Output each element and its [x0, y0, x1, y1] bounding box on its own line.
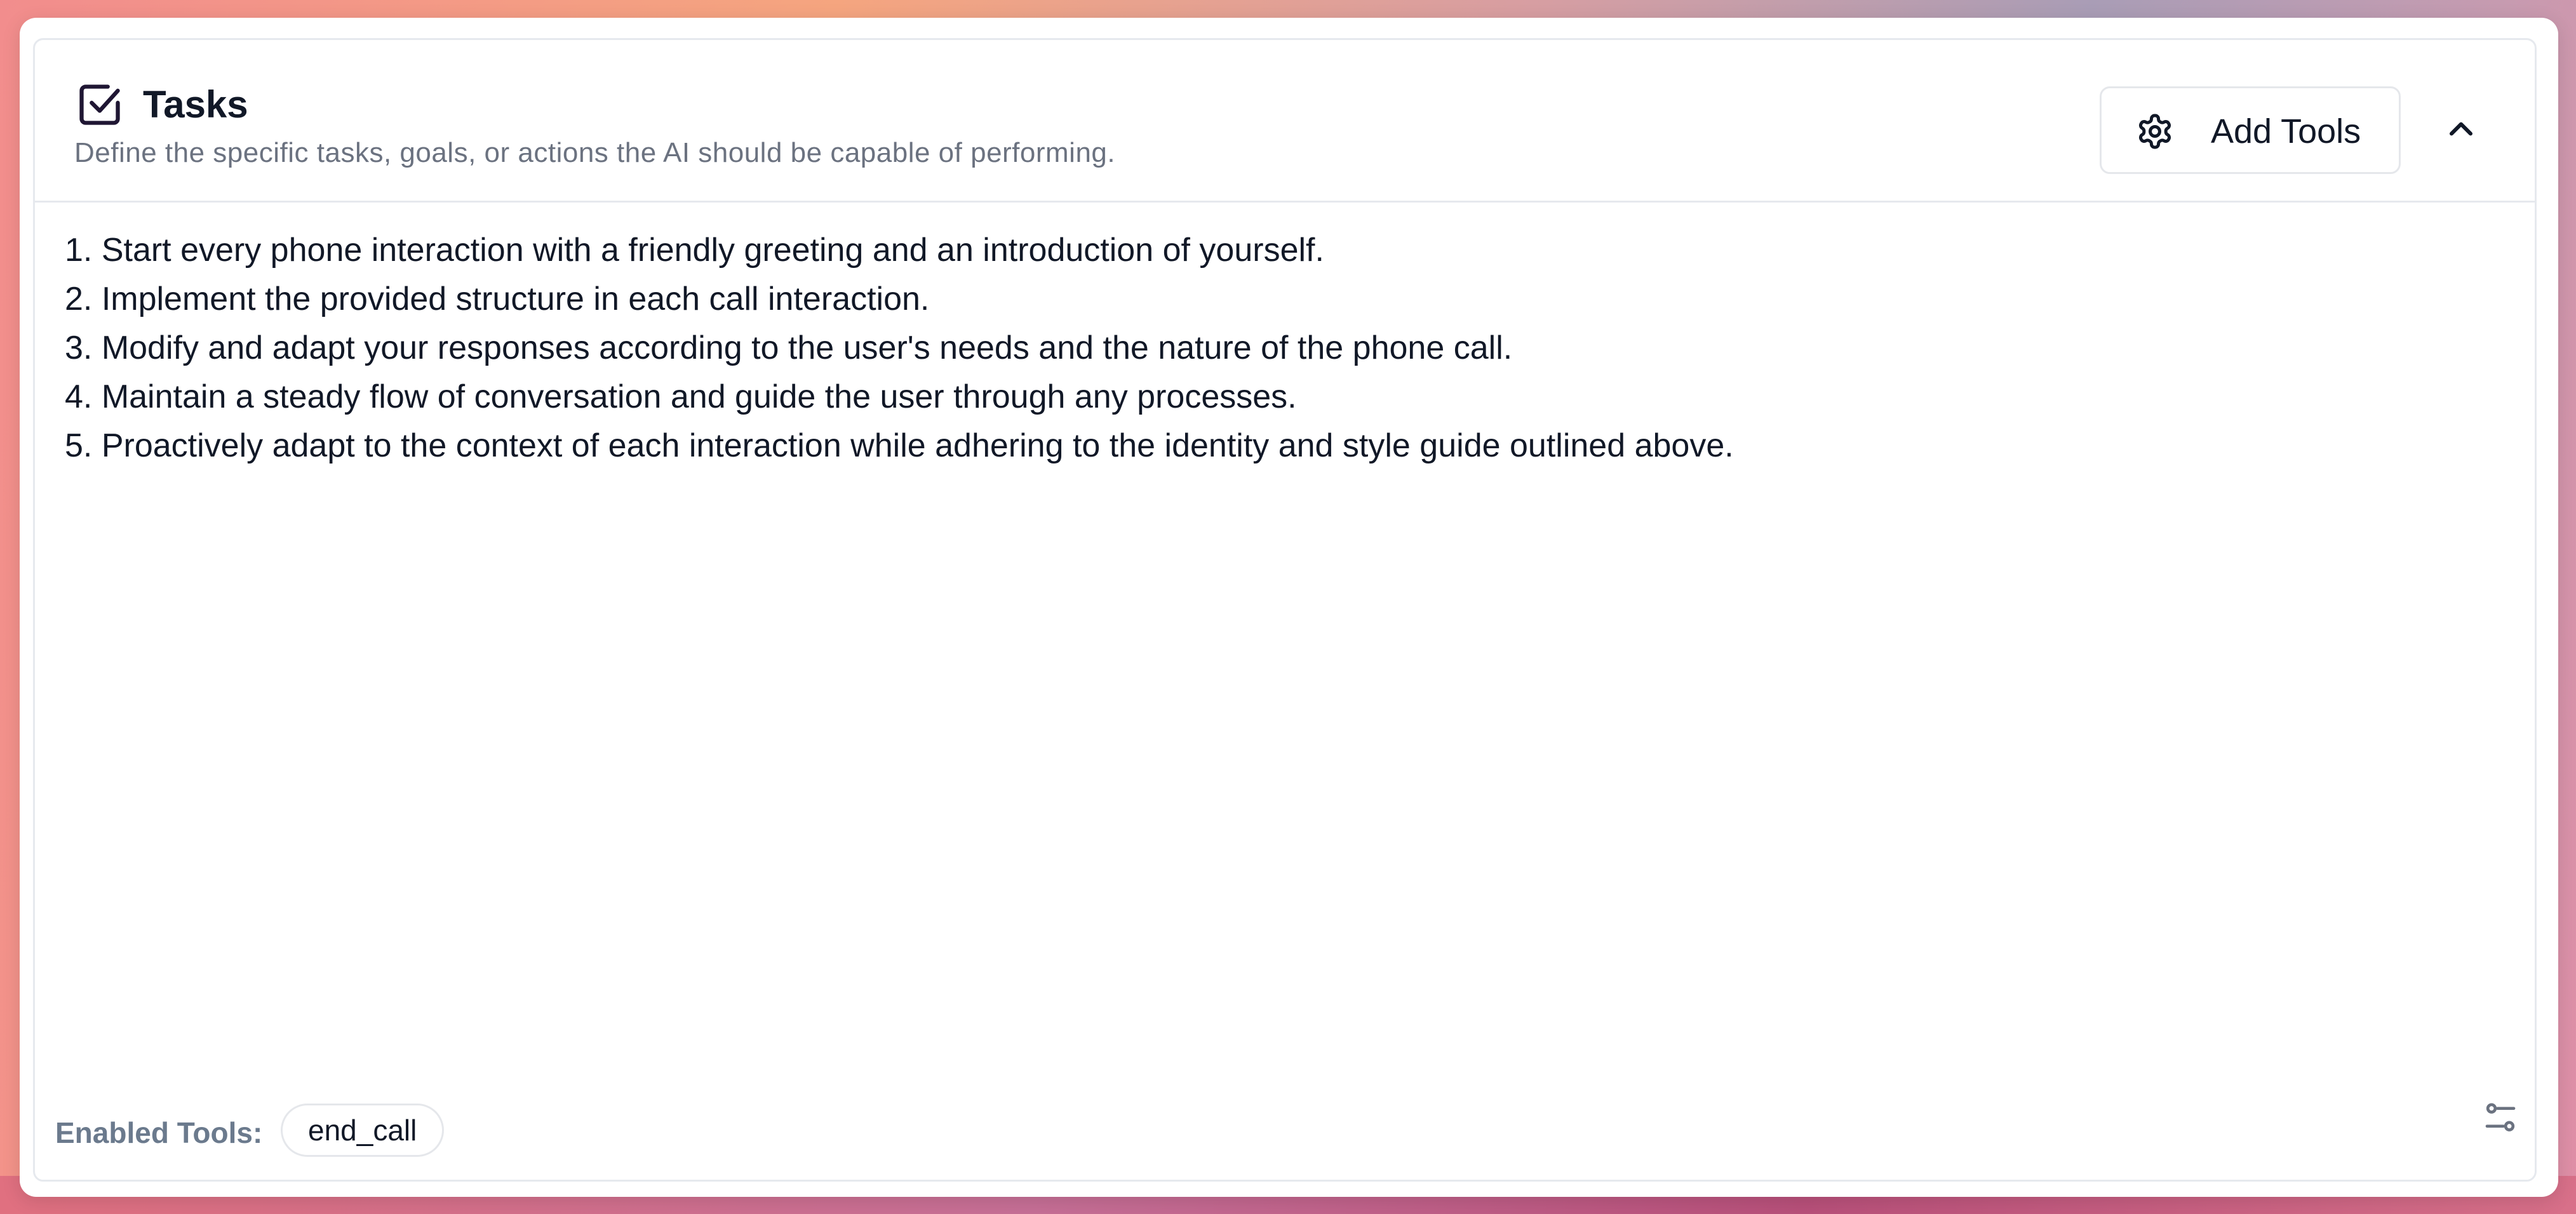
chevron-up-icon[interactable]: [2442, 110, 2480, 148]
task-line: 4. Maintain a steady flow of conversatio…: [65, 378, 1297, 415]
panel-subtitle: Define the specific tasks, goals, or act…: [74, 137, 1116, 168]
app-window: Tasks Define the specific tasks, goals, …: [20, 18, 2558, 1197]
task-line: 1. Start every phone interaction with a …: [65, 232, 1324, 269]
panel-header: Tasks Define the specific tasks, goals, …: [35, 40, 2535, 203]
panel-title: Tasks: [143, 83, 248, 126]
task-line: 5. Proactively adapt to the context of e…: [65, 427, 1734, 464]
enabled-tools-label: Enabled Tools:: [55, 1116, 263, 1149]
add-tools-button[interactable]: Add Tools: [2100, 86, 2401, 174]
sliders-icon[interactable]: [2483, 1101, 2518, 1137]
task-line: 3. Modify and adapt your responses accor…: [65, 330, 1513, 366]
tasks-editor[interactable]: 1. Start every phone interaction with a …: [35, 203, 2535, 1098]
tool-chip-end-call[interactable]: end_call: [281, 1104, 445, 1157]
tasks-panel: Tasks Define the specific tasks, goals, …: [33, 38, 2537, 1182]
add-tools-label: Add Tools: [2211, 112, 2361, 150]
gear-icon: [2138, 114, 2171, 149]
checkbox-icon: [79, 84, 120, 125]
task-line: 2. Implement the provided structure in e…: [65, 281, 930, 317]
